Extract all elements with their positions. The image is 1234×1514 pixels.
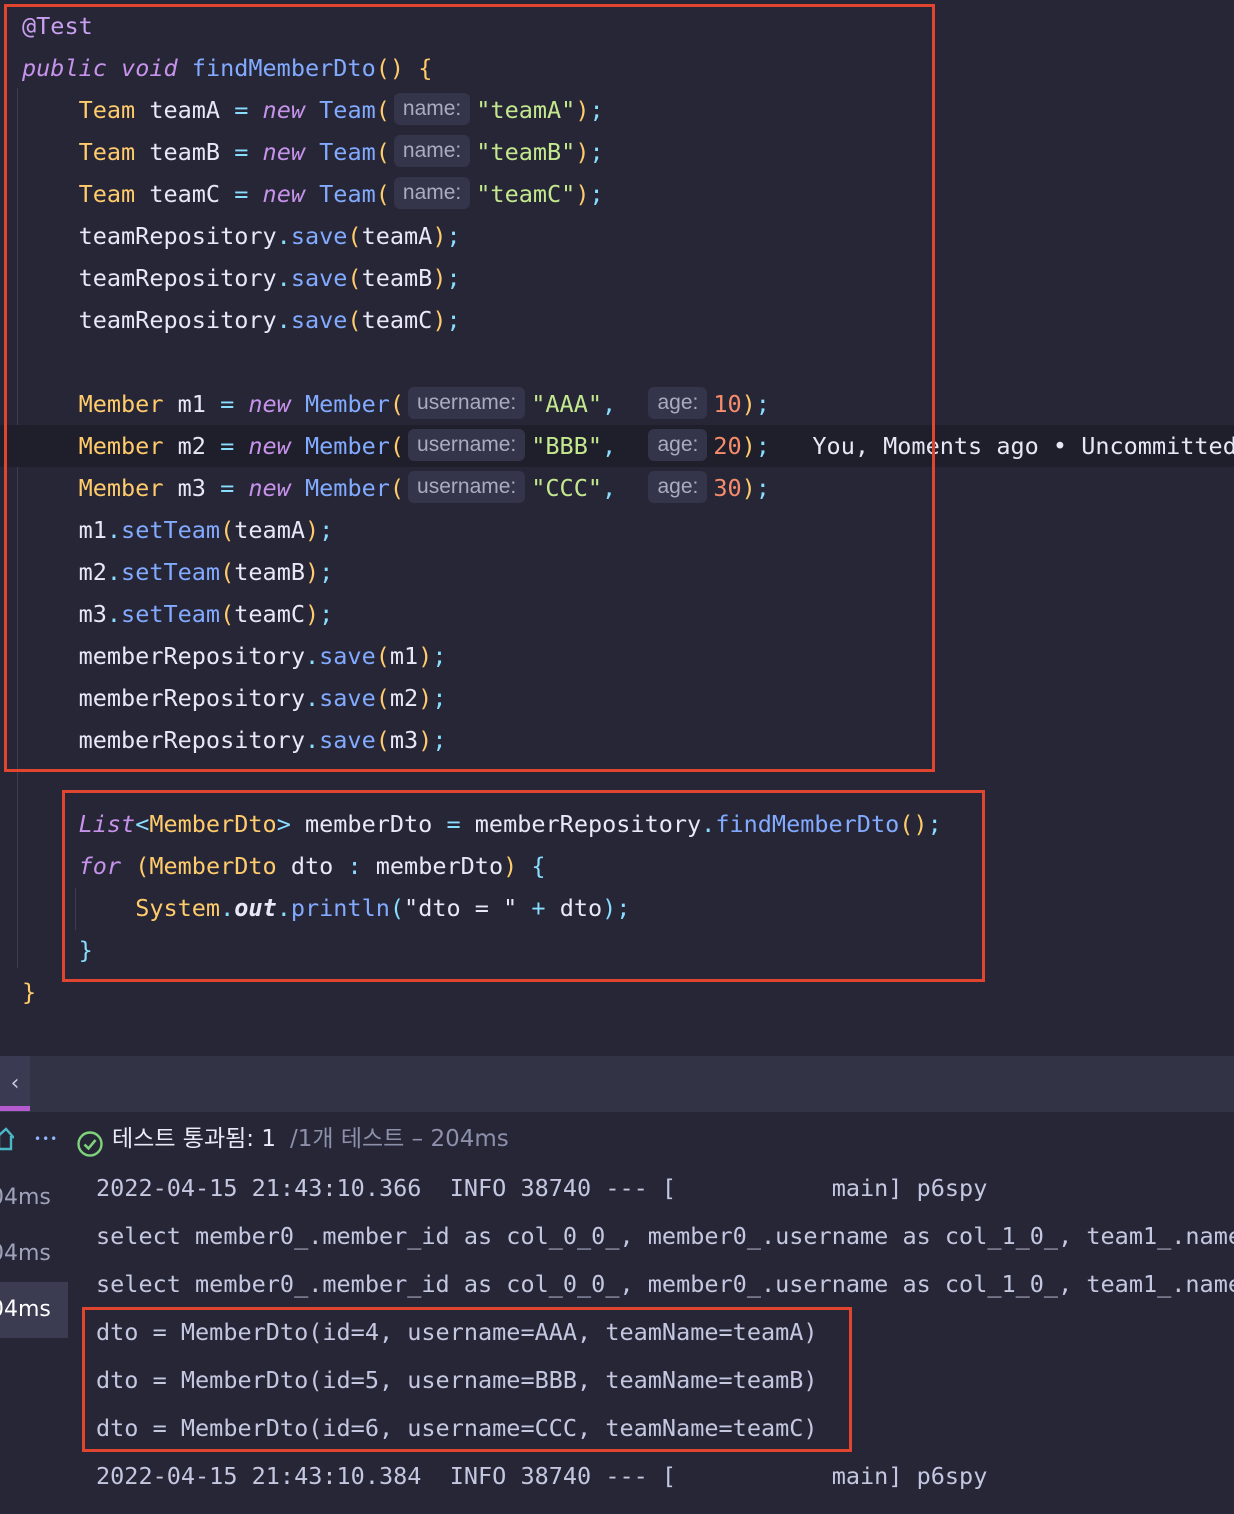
test-duration-item[interactable]: 204ms	[0, 1282, 68, 1338]
test-status-text: 테스트 통과됨: 1	[112, 1126, 276, 1152]
test-duration-item[interactable]: 204ms	[0, 1170, 68, 1226]
code-token: }	[22, 978, 37, 1006]
console-line: 2022-04-15 21:43:10.384 INFO 38740 --- […	[96, 1462, 988, 1490]
panel-tab-strip: ‹	[0, 1056, 1234, 1112]
console-line: select member0_.member_id as col_0_0_, m…	[96, 1222, 1234, 1250]
highlight-box-setup	[4, 4, 935, 772]
test-duration-item[interactable]: 204ms	[0, 1226, 68, 1282]
test-run-bar: ••• 테스트 통과됨: 1 /1개 테스트 – 204ms	[0, 1112, 1234, 1166]
console-line: 2022-04-15 21:43:10.366 INFO 38740 --- […	[96, 1174, 988, 1202]
highlight-box-output	[82, 1307, 852, 1452]
more-options-icon[interactable]: •••	[34, 1112, 58, 1166]
console-line: select member0_.member_id as col_0_0_, m…	[96, 1270, 1234, 1298]
highlight-box-query	[62, 790, 985, 982]
test-summary-text: /1개 테스트 – 204ms	[290, 1126, 509, 1152]
chevron-left-icon[interactable]: ‹	[0, 1056, 30, 1112]
active-tab-indicator	[0, 1106, 30, 1111]
